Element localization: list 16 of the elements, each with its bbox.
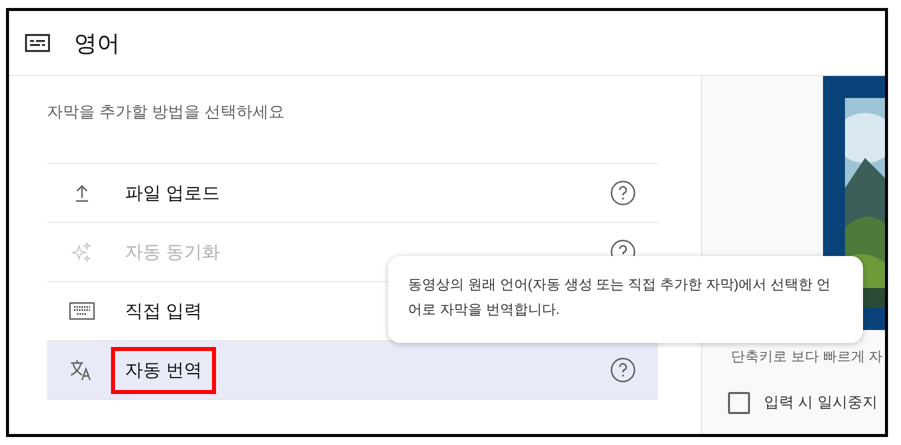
subtitles-icon <box>25 34 50 52</box>
checkbox[interactable] <box>728 392 750 414</box>
help-icon[interactable] <box>610 357 636 383</box>
dialog-title: 영어 <box>74 28 120 58</box>
option-row[interactable]: 자동 번역 <box>47 341 658 400</box>
shortcut-hint: 단축키로 보다 빠르게 자 <box>731 347 884 366</box>
checkbox-label: 입력 시 일시중지 <box>764 393 878 413</box>
sparkle-icon <box>71 241 93 263</box>
prompt-text: 자막을 추가할 방법을 선택하세요 <box>47 103 286 123</box>
option-label: 자동 번역 <box>111 346 216 394</box>
upload-icon <box>74 184 90 202</box>
option-label: 직접 입력 <box>124 300 204 322</box>
keyboard-icon <box>69 302 95 320</box>
option-label: 자동 동기화 <box>124 240 222 264</box>
help-icon[interactable] <box>610 180 636 206</box>
option-label: 파일 업로드 <box>124 182 222 204</box>
